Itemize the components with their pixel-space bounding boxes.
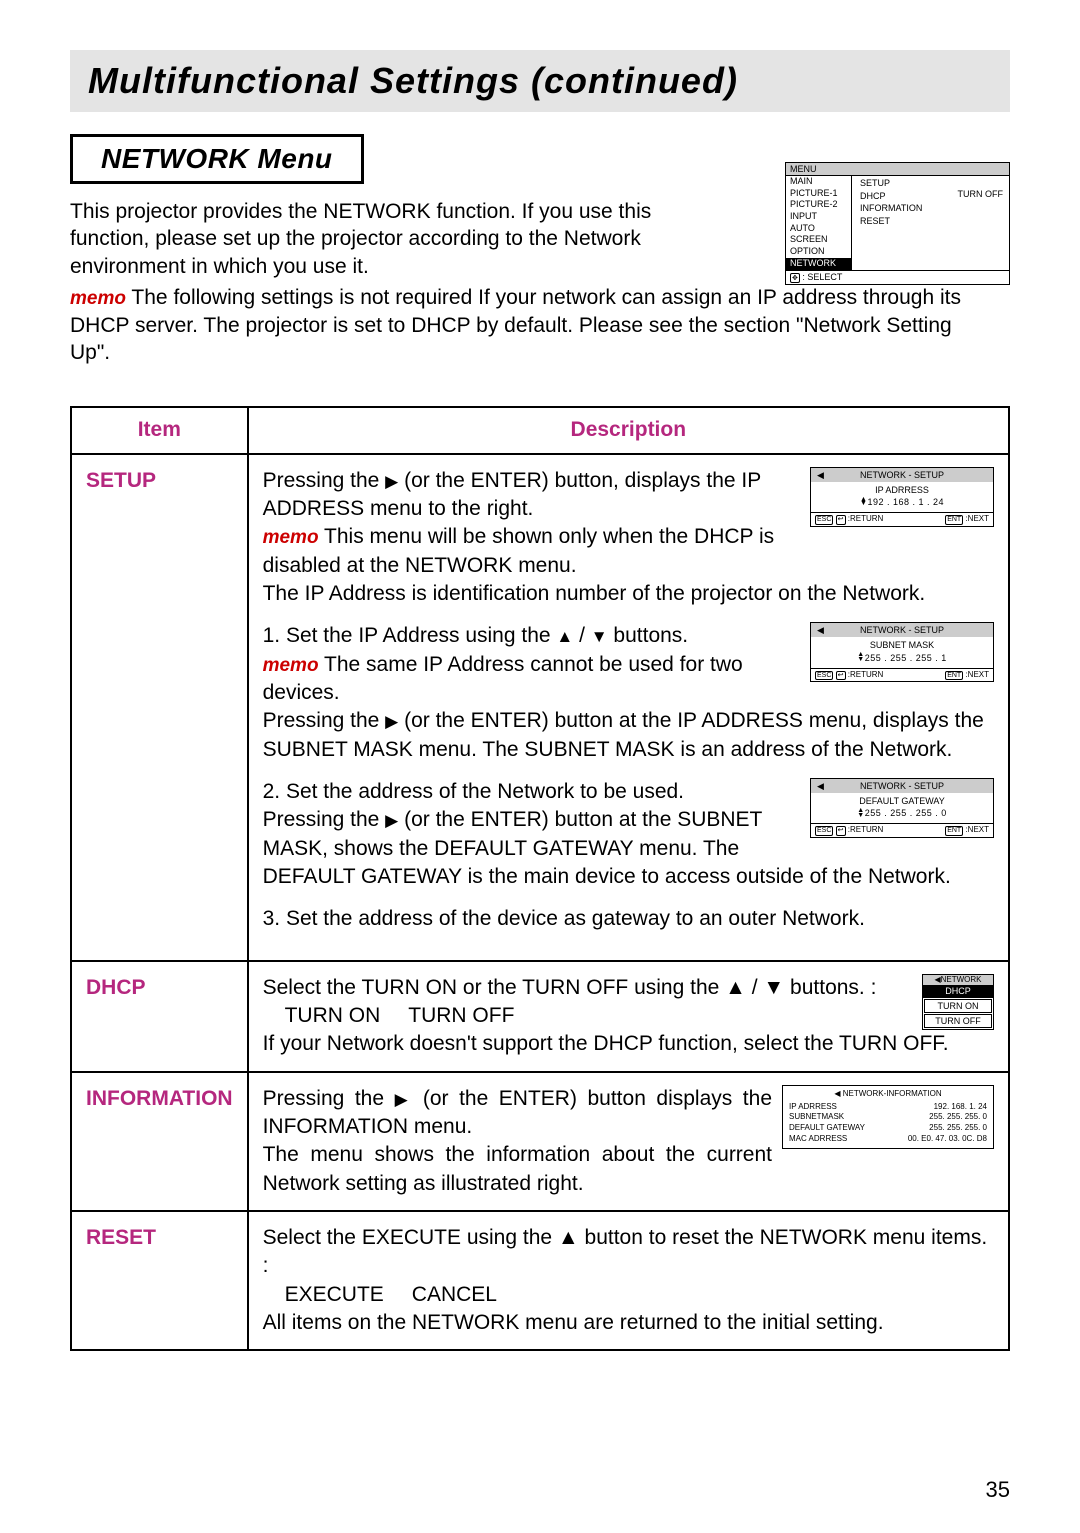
- setup-para-4: 3. Set the address of the device as gate…: [263, 905, 994, 933]
- osd-left-item: AUTO: [786, 223, 851, 235]
- table-row: DHCP ◀NETWORK DHCP TURN ON TURN OFF Sele…: [71, 961, 1009, 1072]
- osd-left-item-selected: NETWORK: [786, 258, 851, 270]
- osd-menu-right-col: SETUP DHCP INFORMATION RESET TURN OFF: [852, 176, 1009, 270]
- table-row: SETUP ◀NETWORK - SETUP IP ADRRESS 192 . …: [71, 454, 1009, 961]
- osd-menu-footer: ✥ : SELECT: [786, 270, 1009, 284]
- osd-left-item: PICTURE-1: [786, 188, 851, 200]
- dhcp-opt-off: TURN OFF: [408, 1002, 514, 1030]
- osd-menu-footer-text: : SELECT: [802, 272, 842, 282]
- desc-dhcp: ◀NETWORK DHCP TURN ON TURN OFF Select th…: [248, 961, 1009, 1072]
- page-number: 35: [986, 1477, 1010, 1503]
- illus-ip-address: ◀NETWORK - SETUP IP ADRRESS 192 . 168 . …: [810, 467, 994, 527]
- desc-setup: ◀NETWORK - SETUP IP ADRRESS 192 . 168 . …: [248, 454, 1009, 961]
- osd-left-item: OPTION: [786, 246, 851, 258]
- memo-label: memo: [70, 288, 126, 309]
- return-icon: ↩: [836, 826, 846, 836]
- osd-left-item: INPUT: [786, 211, 851, 223]
- osd-turnoff: TURN OFF: [958, 189, 1004, 199]
- col-header-item: Item: [71, 407, 248, 453]
- item-information: INFORMATION: [71, 1072, 248, 1211]
- osd-right-item: SETUP: [856, 178, 1009, 190]
- osd-left-item: PICTURE-2: [786, 199, 851, 211]
- updown-icon: [857, 809, 864, 819]
- intro-row: This projector provides the NETWORK func…: [70, 198, 1010, 280]
- dpad-icon: ✥: [790, 273, 800, 283]
- illus-info: ◀ NETWORK-INFORMATION IP ADRRESS192. 168…: [782, 1085, 994, 1149]
- dhcp-text-2: If your Network doesn't support the DHCP…: [263, 1032, 949, 1055]
- memo-block: memo The following settings is not requi…: [70, 284, 980, 366]
- osd-menu-header: MENU: [786, 163, 1009, 176]
- table-row: RESET Select the EXECUTE using the ▲ but…: [71, 1211, 1009, 1350]
- desc-information: ◀ NETWORK-INFORMATION IP ADRRESS192. 168…: [248, 1072, 1009, 1211]
- osd-left-item: MAIN: [786, 176, 851, 188]
- table-row: INFORMATION ◀ NETWORK-INFORMATION IP ADR…: [71, 1072, 1009, 1211]
- updown-icon: [857, 653, 864, 663]
- reset-opt-exec: EXECUTE: [285, 1281, 384, 1309]
- left-arrow-icon: ◀: [817, 469, 824, 481]
- page-title-bar: Multifunctional Settings (continued): [70, 50, 1010, 112]
- osd-menu-left-col: MAIN PICTURE-1 PICTURE-2 INPUT AUTO SCRE…: [786, 176, 852, 270]
- illus-subnet: ◀NETWORK - SETUP SUBNET MASK 255 . 255 .…: [810, 622, 994, 682]
- osd-left-item: SCREEN: [786, 234, 851, 246]
- reset-opt-cancel: CANCEL: [412, 1281, 497, 1309]
- return-icon: ↩: [836, 671, 846, 681]
- reset-text-1: Select the EXECUTE using the ▲ button to…: [263, 1226, 988, 1277]
- item-reset: RESET: [71, 1211, 248, 1350]
- item-dhcp: DHCP: [71, 961, 248, 1072]
- section-title: NETWORK Menu: [101, 143, 333, 174]
- dhcp-text-1: Select the TURN ON or the TURN OFF using…: [263, 976, 877, 999]
- left-arrow-icon: ◀: [817, 780, 824, 792]
- illus-dhcp: ◀NETWORK DHCP TURN ON TURN OFF: [922, 974, 994, 1030]
- memo-text: The following settings is not required I…: [70, 286, 961, 364]
- page-title: Multifunctional Settings (continued): [88, 60, 992, 102]
- osd-right-item: INFORMATION: [856, 203, 1009, 215]
- osd-right-item: RESET: [856, 216, 1009, 228]
- illus-gateway: ◀NETWORK - SETUP DEFAULT GATEWAY 255 . 2…: [810, 778, 994, 838]
- intro-text: This projector provides the NETWORK func…: [70, 198, 710, 280]
- desc-reset: Select the EXECUTE using the ▲ button to…: [248, 1211, 1009, 1350]
- left-arrow-icon: ◀: [817, 624, 824, 636]
- network-items-table: Item Description SETUP ◀NETWORK - SETUP …: [70, 406, 1010, 1351]
- section-title-box: NETWORK Menu: [70, 134, 364, 184]
- reset-text-2: All items on the NETWORK menu are return…: [263, 1311, 884, 1334]
- osd-menu-illustration: MENU MAIN PICTURE-1 PICTURE-2 INPUT AUTO…: [785, 162, 1010, 285]
- dhcp-opt-on: TURN ON: [285, 1002, 381, 1030]
- col-header-desc: Description: [248, 407, 1009, 453]
- item-setup: SETUP: [71, 454, 248, 961]
- return-icon: ↩: [836, 515, 846, 525]
